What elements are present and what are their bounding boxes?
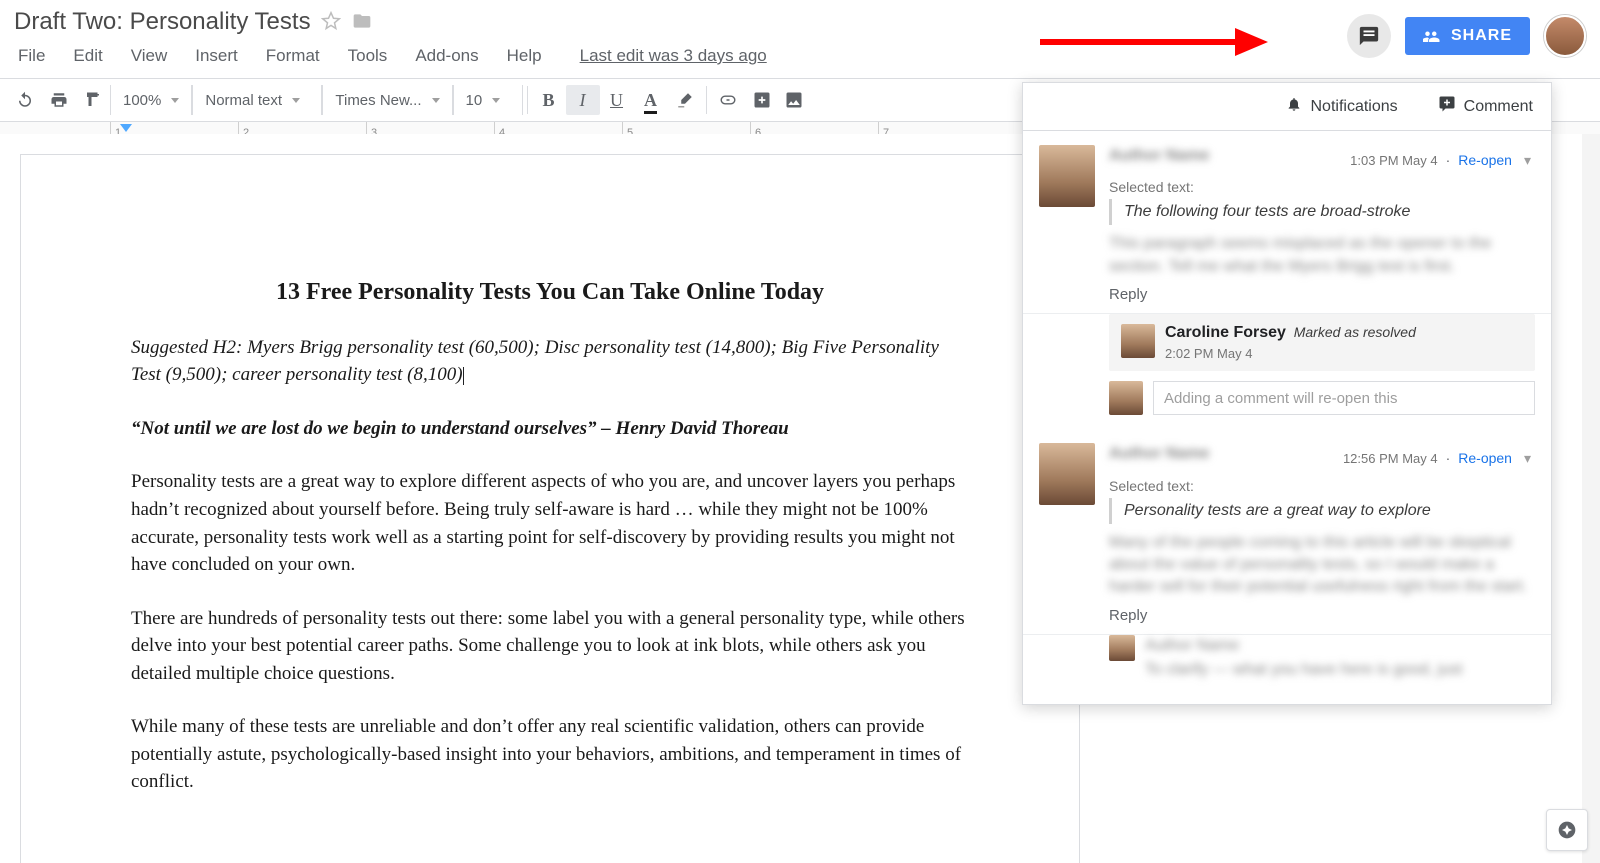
menu-tools[interactable]: Tools [334, 40, 402, 72]
doc-paragraph[interactable]: While many of these tests are unreliable… [131, 713, 969, 796]
insert-comment-button[interactable] [745, 85, 779, 115]
share-label: SHARE [1451, 27, 1512, 45]
account-avatar[interactable] [1544, 15, 1586, 57]
italic-button[interactable]: I [566, 85, 600, 115]
undo-icon[interactable] [8, 85, 42, 115]
commenter-name: Author Name [1109, 443, 1209, 465]
new-comment-label: Comment [1464, 98, 1533, 116]
explore-button[interactable] [1546, 809, 1588, 851]
caret-down-icon [171, 98, 179, 103]
menu-view[interactable]: View [117, 40, 182, 72]
selected-text-label: Selected text: [1109, 179, 1535, 195]
comment-body: To clarify — what you have here is good,… [1145, 659, 1535, 681]
reply-input[interactable]: Adding a comment will re-open this [1153, 381, 1535, 415]
comment-body: Many of the people coming to this articl… [1109, 532, 1535, 599]
menu-insert[interactable]: Insert [181, 40, 252, 72]
document-title[interactable]: Draft Two: Personality Tests [14, 8, 311, 36]
highlight-button[interactable] [668, 85, 702, 115]
zoom-value: 100% [123, 92, 161, 109]
menu-help[interactable]: Help [493, 40, 556, 72]
last-edit-link[interactable]: Last edit was 3 days ago [580, 46, 767, 66]
add-comment-icon [1438, 95, 1456, 118]
caret-down-icon [292, 98, 300, 103]
doc-paragraph[interactable]: Personality tests are a great way to exp… [131, 468, 969, 578]
open-comments-button[interactable] [1347, 14, 1391, 58]
comments-panel: Notifications Comment Author Name 1:03 P… [1022, 82, 1552, 705]
comment-thread[interactable]: Author Name 1:03 PM May 4 · Re-open ▾ Se… [1023, 131, 1551, 314]
comment-resolution: Caroline Forsey Marked as resolved 2:02 … [1109, 314, 1535, 371]
move-to-folder-icon[interactable] [351, 11, 373, 34]
insert-image-button[interactable] [779, 85, 813, 115]
commenter-avatar [1121, 324, 1155, 358]
font-size-select[interactable]: 10 [453, 85, 523, 115]
reply-button[interactable]: Reply [1109, 286, 1535, 303]
notifications-button[interactable]: Notifications [1286, 96, 1397, 117]
indent-marker-icon[interactable] [120, 124, 132, 132]
commenter-name: Author Name [1145, 635, 1535, 657]
bell-icon [1286, 96, 1302, 117]
page[interactable]: 13 Free Personality Tests You Can Take O… [20, 154, 1080, 863]
menu-addons[interactable]: Add-ons [401, 40, 492, 72]
resolved-status: Marked as resolved [1294, 324, 1416, 340]
comment-thread[interactable]: Author Name 12:56 PM May 4 · Re-open ▾ S… [1023, 429, 1551, 635]
selected-text: Personality tests are a great way to exp… [1109, 498, 1535, 524]
print-icon[interactable] [42, 85, 76, 115]
doc-quote[interactable]: “Not until we are lost do we begin to un… [131, 415, 969, 443]
bold-button[interactable]: B [532, 85, 566, 115]
doc-paragraph[interactable]: There are hundreds of personality tests … [131, 605, 969, 688]
scrollbar-track[interactable] [1582, 134, 1600, 863]
paint-format-icon[interactable] [76, 85, 110, 115]
reply-button[interactable]: Reply [1109, 607, 1535, 624]
selected-text: The following four tests are broad-strok… [1109, 199, 1535, 225]
commenter-avatar [1039, 443, 1095, 505]
commenter-name: Author Name [1109, 145, 1209, 167]
commenter-avatar [1039, 145, 1095, 207]
notifications-label: Notifications [1310, 98, 1397, 116]
comment-body: This paragraph seems misplaced as the op… [1109, 233, 1535, 278]
caret-down-icon [432, 98, 440, 103]
comment-menu-icon[interactable]: ▾ [1520, 450, 1535, 467]
reopen-link[interactable]: Re-open [1458, 450, 1512, 466]
menu-edit[interactable]: Edit [59, 40, 116, 72]
new-comment-button[interactable]: Comment [1438, 95, 1533, 118]
zoom-select[interactable]: 100% [110, 85, 192, 115]
comment-menu-icon[interactable]: ▾ [1520, 152, 1535, 169]
menu-file[interactable]: File [10, 40, 59, 72]
reply-box: Adding a comment will re-open this [1109, 381, 1535, 415]
resolver-name: Caroline Forsey [1165, 324, 1286, 341]
commenter-avatar [1109, 635, 1135, 661]
underline-button[interactable]: U [600, 85, 634, 115]
paragraph-style-select[interactable]: Normal text [192, 85, 322, 115]
text-color-button[interactable]: A [634, 85, 668, 115]
comment-time: 12:56 PM May 4 [1343, 451, 1438, 466]
doc-heading[interactable]: 13 Free Personality Tests You Can Take O… [131, 275, 969, 310]
menu-format[interactable]: Format [252, 40, 334, 72]
star-icon[interactable] [321, 11, 341, 34]
share-button[interactable]: SHARE [1405, 17, 1530, 55]
selected-text-label: Selected text: [1109, 478, 1535, 494]
text-cursor [463, 367, 464, 385]
size-value: 10 [466, 92, 483, 109]
current-user-avatar [1109, 381, 1143, 415]
doc-suggested-h2[interactable]: Suggested H2: Myers Brigg personality te… [131, 337, 939, 386]
comment-time: 1:03 PM May 4 [1350, 153, 1437, 168]
style-value: Normal text [205, 92, 282, 109]
resolved-time: 2:02 PM May 4 [1165, 346, 1523, 361]
caret-down-icon [492, 98, 500, 103]
font-select[interactable]: Times New... [322, 85, 452, 115]
insert-link-button[interactable] [711, 85, 745, 115]
font-value: Times New... [335, 92, 421, 109]
reopen-link[interactable]: Re-open [1458, 152, 1512, 168]
